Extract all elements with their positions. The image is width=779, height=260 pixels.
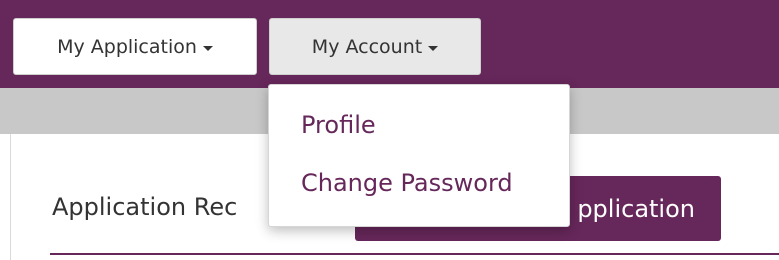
caret-down-icon	[428, 45, 439, 51]
my-account-dropdown-button[interactable]: My Account	[269, 18, 481, 75]
new-application-button-label: pplication	[577, 194, 695, 223]
section-label: Application Rec	[52, 193, 238, 221]
caret-down-icon	[202, 45, 213, 51]
my-application-dropdown-button[interactable]: My Application	[13, 18, 257, 75]
top-navbar: My Application My Account	[0, 0, 779, 88]
account-dropdown-menu: Profile Change Password	[268, 84, 570, 227]
my-account-label: My Account	[311, 35, 423, 58]
my-application-label: My Application	[57, 35, 197, 58]
menu-item-profile[interactable]: Profile	[301, 111, 376, 139]
menu-item-change-password[interactable]: Change Password	[301, 169, 513, 197]
section-divider	[50, 253, 779, 255]
